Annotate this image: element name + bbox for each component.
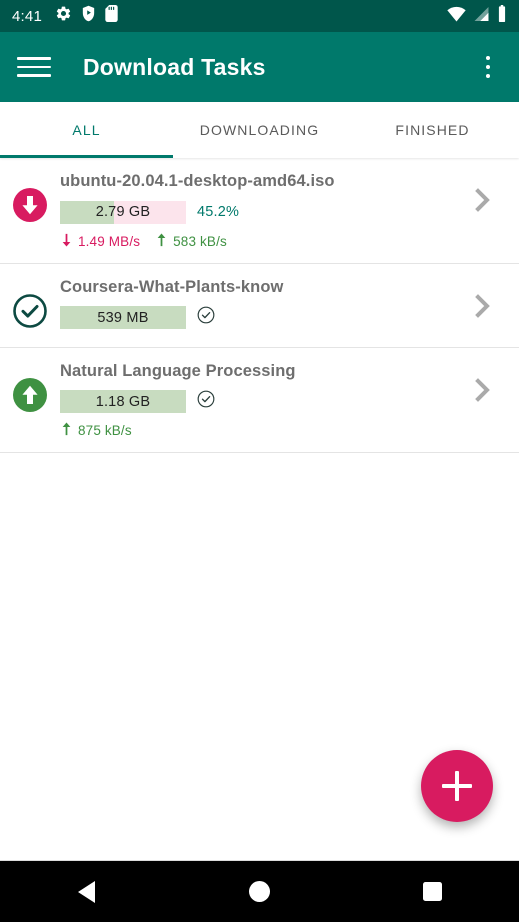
- wifi-icon: [447, 6, 466, 27]
- task-details: Coursera-What-Plants-know 539 MB: [51, 277, 461, 330]
- progress-bar: 539 MB: [60, 306, 186, 330]
- task-open-chevron[interactable]: [461, 277, 505, 326]
- app-bar: Download Tasks: [0, 32, 519, 102]
- task-title: Coursera-What-Plants-know: [60, 277, 284, 296]
- tab-bar: ALL DOWNLOADING FINISHED: [0, 102, 519, 158]
- android-navigation-bar: [0, 860, 519, 922]
- task-status-indicator: [9, 277, 51, 334]
- task-progress-row: 2.79 GB 45.2%: [60, 200, 461, 224]
- home-circle-icon: [249, 881, 270, 902]
- task-size: 1.18 GB: [95, 393, 151, 410]
- overflow-dot: [485, 64, 491, 70]
- task-speeds: 1.49 MB/s 583 kB/s: [60, 233, 461, 250]
- hamburger-line: [17, 65, 51, 69]
- overflow-dot: [485, 55, 491, 61]
- progress-bar: 2.79 GB: [60, 200, 186, 224]
- hamburger-menu-icon[interactable]: [17, 50, 51, 84]
- tab-finished[interactable]: FINISHED: [346, 102, 519, 158]
- page-title: Download Tasks: [83, 53, 266, 80]
- hamburger-line: [17, 74, 51, 77]
- plus-icon-vertical: [455, 771, 459, 801]
- battery-icon: [497, 5, 507, 27]
- upload-speed-value: 583 kB/s: [173, 233, 227, 249]
- tab-downloading[interactable]: DOWNLOADING: [173, 102, 346, 158]
- nav-back-button[interactable]: [55, 861, 119, 922]
- task-progress-row: 1.18 GB: [60, 390, 461, 414]
- download-task-list: ubuntu-20.04.1-desktop-amd64.iso 2.79 GB…: [0, 158, 519, 454]
- chevron-right-icon: [472, 185, 494, 220]
- status-bar-notification-icons: [55, 5, 118, 27]
- download-arrow-circle-icon: [12, 187, 48, 228]
- task-size: 539 MB: [97, 309, 149, 326]
- nav-recents-button[interactable]: [401, 861, 465, 922]
- nav-home-button[interactable]: [228, 861, 292, 922]
- download-speed: 1.49 MB/s: [60, 233, 140, 250]
- task-status-indicator: [9, 361, 51, 418]
- upload-speed: 875 kB/s: [60, 422, 132, 439]
- task-progress-row: 539 MB: [60, 306, 461, 330]
- shield-play-icon: [81, 5, 96, 27]
- task-complete-check-icon: [197, 306, 215, 329]
- gear-icon: [55, 5, 72, 27]
- table-row[interactable]: Natural Language Processing 1.18 GB 875 …: [0, 348, 519, 454]
- status-bar-system-icons: [447, 5, 507, 27]
- overflow-menu-icon[interactable]: [474, 50, 502, 84]
- status-bar-clock: 4:41: [12, 7, 42, 25]
- upload-arrow-circle-icon: [12, 377, 48, 418]
- download-speed-value: 1.49 MB/s: [78, 233, 141, 249]
- task-title: ubuntu-20.04.1-desktop-amd64.iso: [60, 172, 335, 190]
- task-open-chevron[interactable]: [461, 361, 505, 410]
- table-row[interactable]: Coursera-What-Plants-know 539 MB: [0, 264, 519, 348]
- cellular-signal-icon: [473, 6, 490, 27]
- progress-bar: 1.18 GB: [60, 390, 186, 414]
- task-percent: 45.2%: [197, 204, 240, 221]
- app-screen: 4:41 Download Tasks ALL DOWNLOADING FINI…: [0, 0, 519, 922]
- add-task-fab[interactable]: [421, 750, 493, 822]
- table-row[interactable]: ubuntu-20.04.1-desktop-amd64.iso 2.79 GB…: [0, 158, 519, 264]
- task-open-chevron[interactable]: [461, 171, 505, 220]
- hamburger-line: [17, 57, 51, 60]
- recents-square-icon: [423, 882, 442, 901]
- upload-arrow-icon: [155, 233, 168, 250]
- overflow-dot: [485, 73, 491, 79]
- task-status-indicator: [9, 171, 51, 228]
- chevron-right-icon: [472, 375, 494, 410]
- upload-arrow-icon: [60, 422, 73, 439]
- task-title: Natural Language Processing: [60, 361, 296, 380]
- chevron-right-icon: [472, 291, 494, 326]
- status-bar: 4:41: [0, 0, 519, 32]
- task-details: Natural Language Processing 1.18 GB 875 …: [51, 361, 461, 440]
- check-circle-outline-icon: [12, 293, 48, 334]
- tab-all[interactable]: ALL: [0, 102, 173, 158]
- task-speeds: 875 kB/s: [60, 422, 461, 439]
- sd-card-icon: [105, 5, 118, 27]
- task-size: 2.79 GB: [95, 204, 151, 221]
- task-complete-check-icon: [197, 390, 215, 413]
- download-arrow-icon: [60, 233, 73, 250]
- upload-speed: 583 kB/s: [155, 233, 227, 250]
- task-details: ubuntu-20.04.1-desktop-amd64.iso 2.79 GB…: [51, 171, 461, 250]
- upload-speed-value: 875 kB/s: [78, 423, 132, 439]
- back-triangle-icon: [78, 880, 95, 903]
